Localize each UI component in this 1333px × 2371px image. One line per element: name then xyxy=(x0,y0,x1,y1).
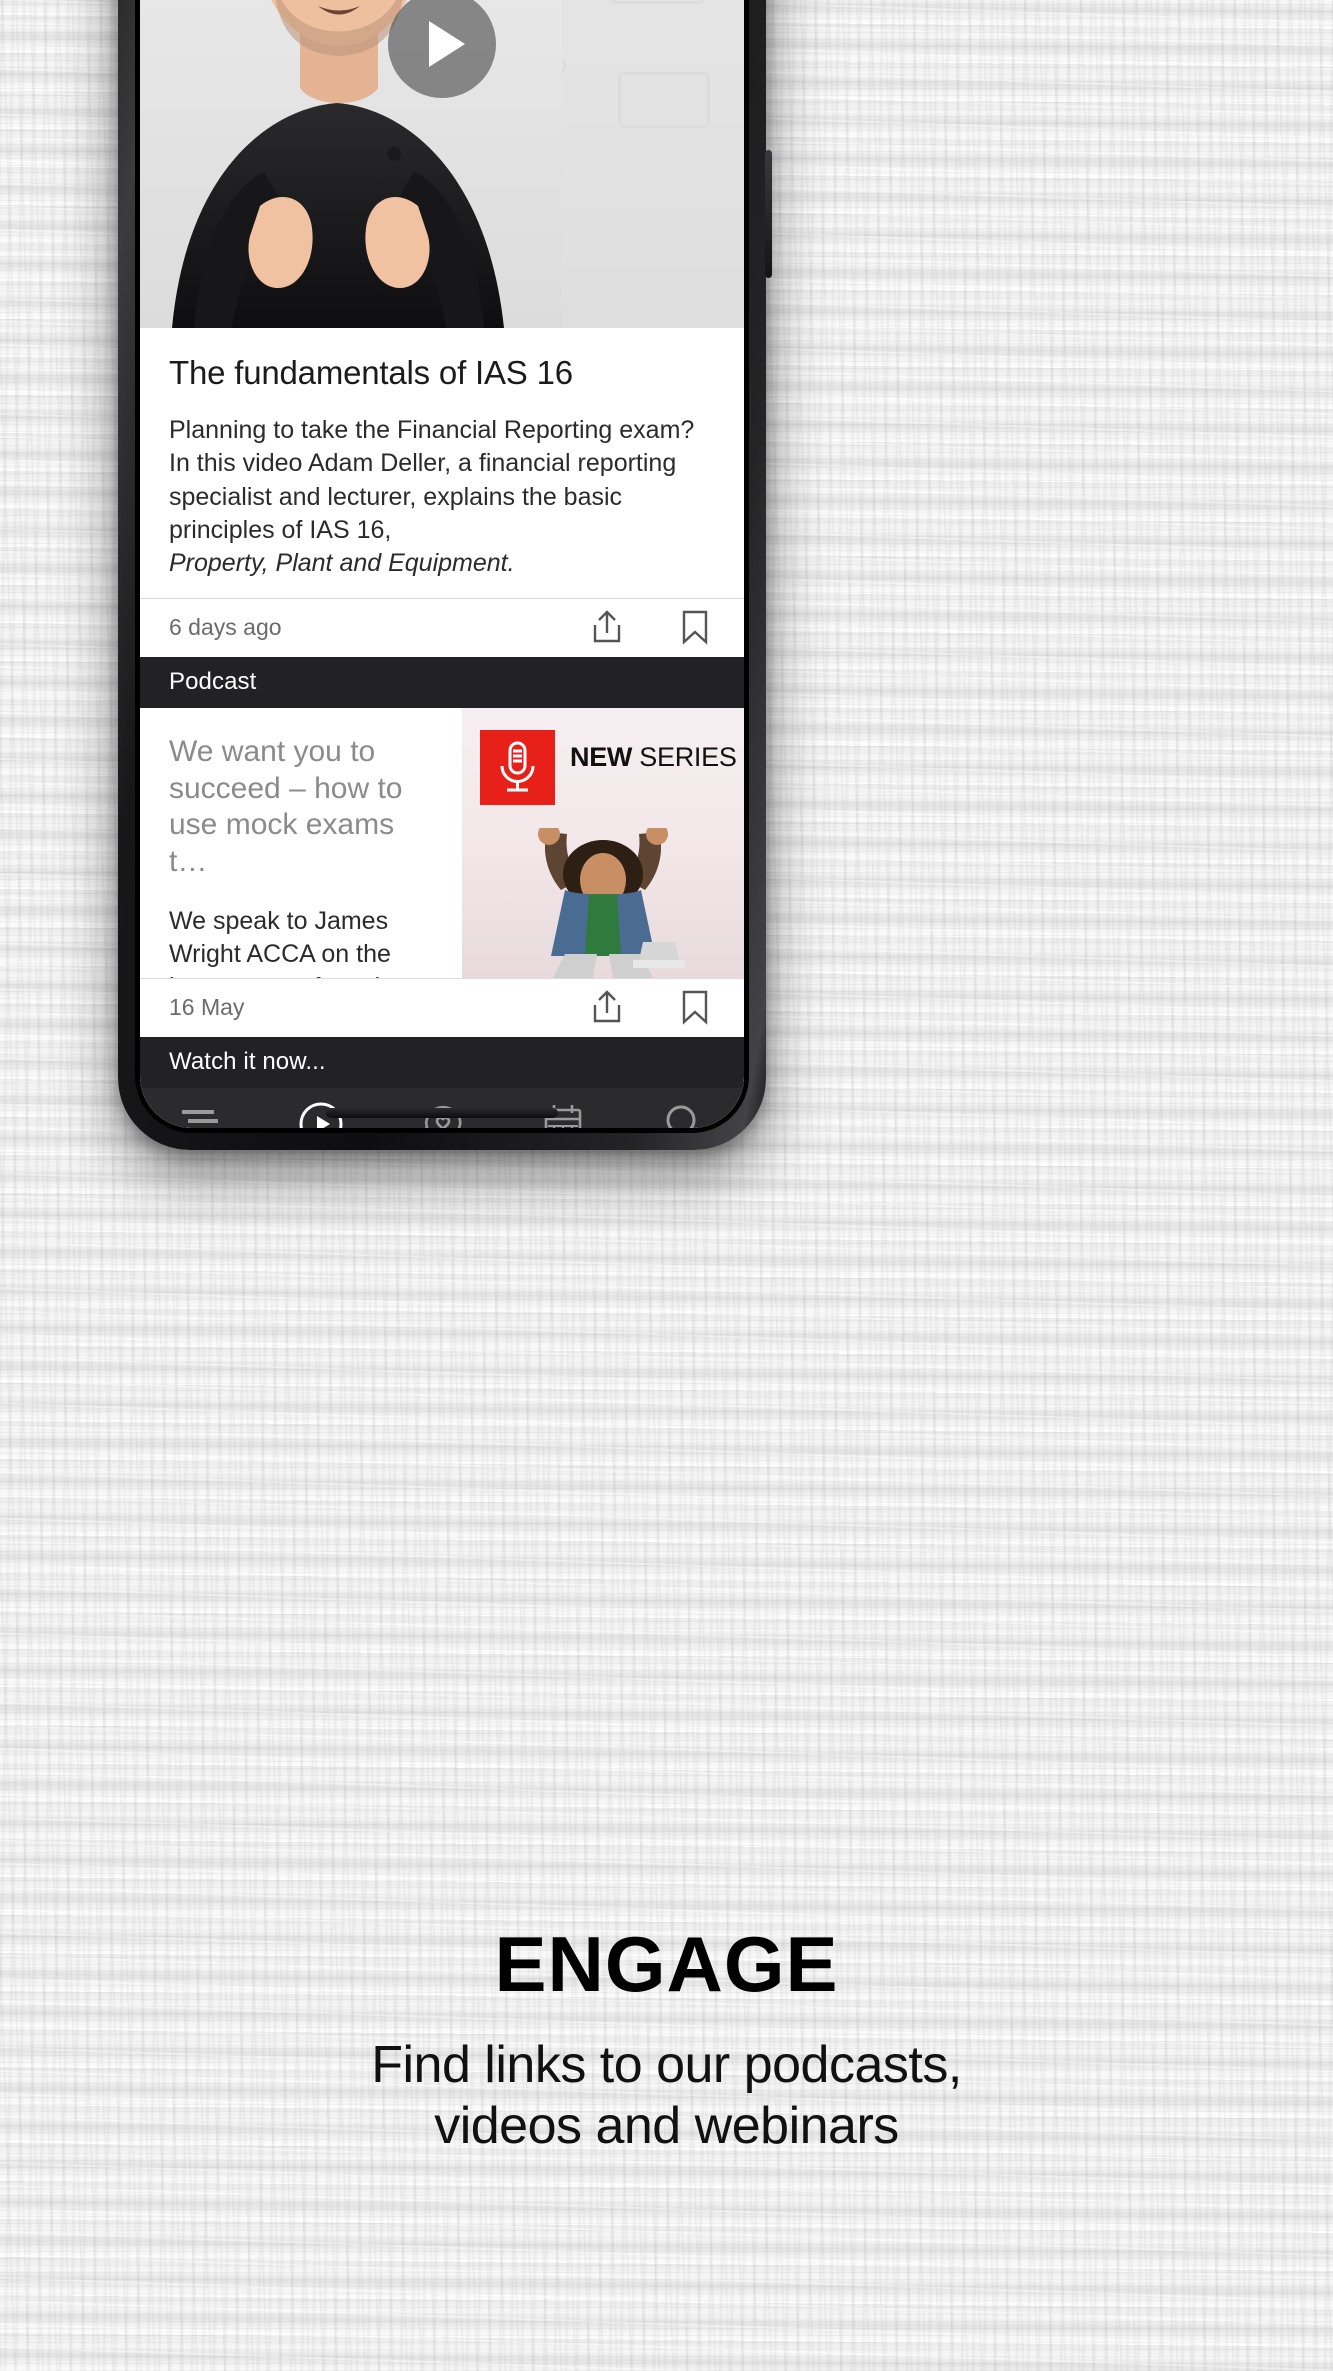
video-card-description: Planning to take the Financial Reporting… xyxy=(169,414,715,580)
video-card-date: 6 days ago xyxy=(169,613,282,640)
play-icon xyxy=(429,21,465,67)
video-card-body[interactable]: The fundamentals of IAS 16 Planning to t… xyxy=(140,328,744,599)
promo-subcopy-line-2: videos and webinars xyxy=(434,2097,899,2156)
list-lines-icon xyxy=(178,1100,222,1128)
video-card-description-italic: Property, Plant and Equipment. xyxy=(169,549,515,577)
microphone-icon xyxy=(500,741,535,792)
microphone-icon-tile xyxy=(480,730,555,806)
video-card-title: The fundamentals of IAS 16 xyxy=(169,354,573,391)
video-card-description-text: Planning to take the Financial Reporting… xyxy=(169,416,695,544)
new-series-badge-strong: NEW xyxy=(570,742,640,773)
podcast-section-label: Podcast xyxy=(140,657,744,709)
bookmark-icon[interactable] xyxy=(680,989,710,1025)
video-card-actions xyxy=(590,609,718,645)
new-series-badge: NEW SERIES xyxy=(570,742,737,773)
podcast-card-title: We want you to succeed – how to use mock… xyxy=(169,735,403,879)
podcast-card[interactable]: We want you to succeed – how to use mock… xyxy=(140,708,744,1068)
podcast-card-footer: 16 May xyxy=(140,978,744,1038)
promo-subcopy-line-1: Find links to our podcasts, xyxy=(371,2036,962,2094)
new-series-badge-regular: SERIES xyxy=(639,742,737,773)
video-card-footer: 6 days ago xyxy=(140,598,744,658)
share-icon[interactable] xyxy=(590,609,624,645)
podcast-card-actions xyxy=(590,989,718,1025)
tab-search[interactable]: Search xyxy=(623,1100,744,1128)
podcast-card-text: We want you to succeed – how to use mock… xyxy=(140,708,462,1067)
video-hero[interactable]: THE FUNDAMENTALS OF IAS16 xyxy=(140,0,744,328)
promo-subcopy: Find links to our podcasts, videos and w… xyxy=(0,2035,1333,2158)
phone-screen: THE FUNDAMENTALS OF IAS16 The fundamenta… xyxy=(140,0,744,1128)
tab-topics[interactable]: Topics xyxy=(140,1100,261,1128)
phone-bezel: THE FUNDAMENTALS OF IAS16 The fundamenta… xyxy=(135,0,749,1133)
power-button xyxy=(765,150,772,278)
podcast-card-date: 16 May xyxy=(169,993,245,1020)
presenter-photo xyxy=(140,0,562,328)
watch-section-label: Watch it now... xyxy=(140,1037,744,1089)
share-icon[interactable] xyxy=(590,989,624,1025)
home-indicator xyxy=(326,1108,558,1118)
podcast-photo-person xyxy=(538,828,685,979)
search-icon xyxy=(662,1100,706,1128)
bookmark-icon[interactable] xyxy=(680,609,710,645)
app-content: THE FUNDAMENTALS OF IAS16 The fundamenta… xyxy=(140,0,744,1128)
podcast-thumbnail: NEW SERIES xyxy=(462,708,744,979)
phone-device-mockup: THE FUNDAMENTALS OF IAS16 The fundamenta… xyxy=(118,0,772,1150)
promo-headline: ENGAGE xyxy=(494,1920,839,2008)
